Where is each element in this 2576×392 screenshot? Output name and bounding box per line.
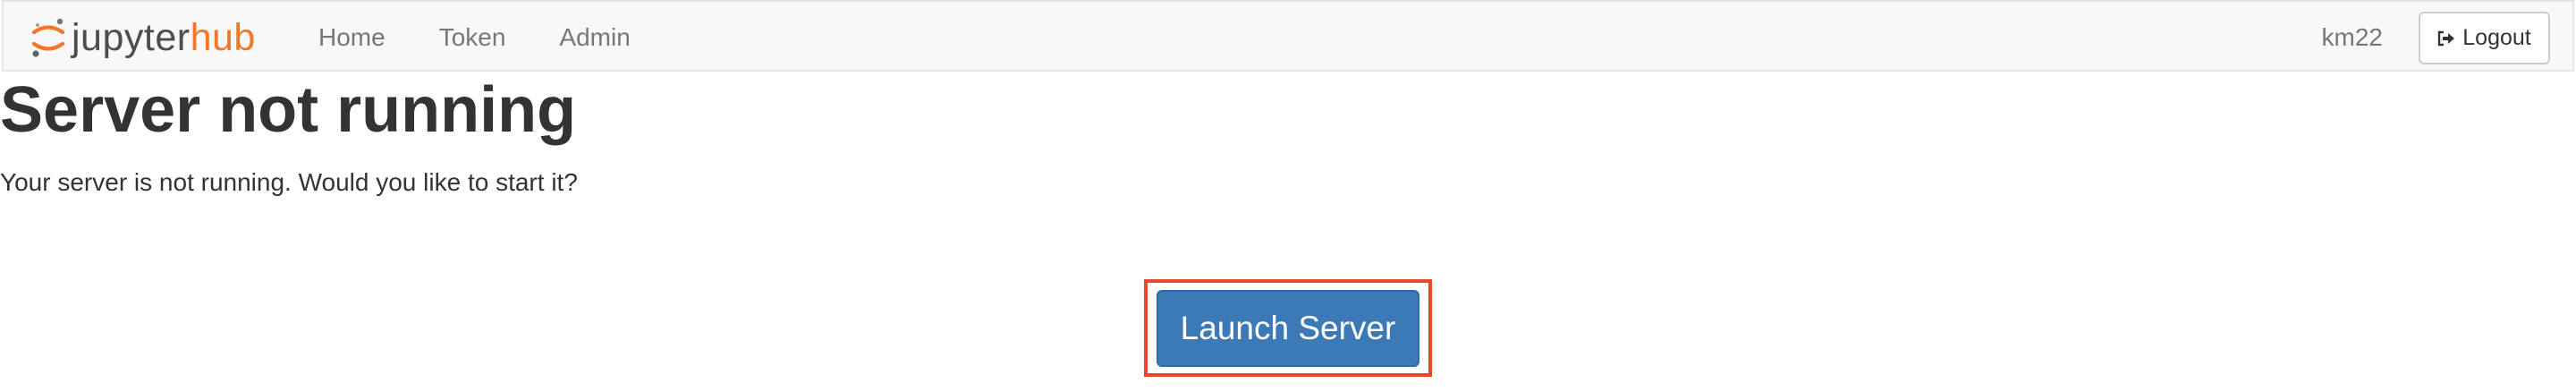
server-status-message: Your server is not running. Would you li… <box>0 168 578 196</box>
nav-token-link[interactable]: Token <box>412 2 533 73</box>
logo-text-jupyter: jupyter <box>72 16 191 59</box>
logo-wordmark: jupyterhub <box>72 13 256 63</box>
logout-label: Logout <box>2462 25 2531 50</box>
jupyter-logo-icon <box>30 14 66 61</box>
launch-button-highlight: Launch Server <box>1144 279 1432 377</box>
jupyterhub-logo[interactable]: jupyterhub <box>30 13 256 63</box>
page-title: Server not running <box>0 74 577 146</box>
launch-server-button[interactable]: Launch Server <box>1157 290 1419 367</box>
nav-admin-link[interactable]: Admin <box>532 2 657 73</box>
nav-home-link[interactable]: Home <box>293 2 412 73</box>
logo-text-hub: hub <box>190 16 256 59</box>
nav-links: Home Token Admin <box>293 2 657 73</box>
logout-button[interactable]: Logout <box>2419 12 2550 64</box>
top-navbar: jupyterhub Home Token Admin km22 Logout <box>2 0 2574 72</box>
username-label: km22 <box>2321 23 2383 51</box>
sign-out-icon <box>2437 30 2455 47</box>
